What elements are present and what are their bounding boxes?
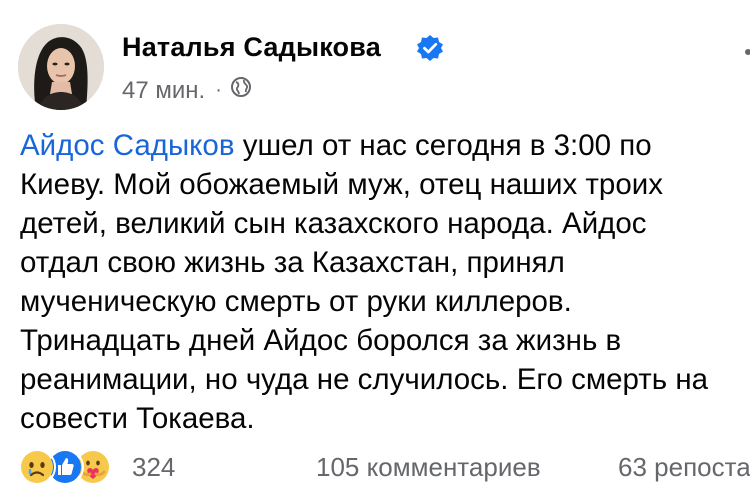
post-line-text: ушел от нас сегодня в 3:00 по — [234, 129, 652, 162]
post-line-4: отдал свою жизнь за Казахстан, принял — [20, 246, 565, 279]
post-line-2: Киеву. Мой обожаемый муж, отец наших тро… — [20, 168, 663, 201]
mention-link[interactable]: Айдос Садыков — [20, 129, 235, 162]
post-line-6: Тринадцать дней Айдос боролся за жизнь в — [20, 324, 622, 357]
reaction-icons[interactable] — [18, 446, 128, 486]
post-line-1: Айдос Садыков ушел от нас сегодня в 3:00… — [20, 126, 750, 165]
post-header: Наталья Садыкова 47 мин. · — [0, 0, 750, 120]
author-name[interactable]: Наталья Садыкова — [122, 32, 381, 63]
sad-icon — [18, 448, 56, 486]
more-options-icon[interactable] — [740, 44, 750, 55]
comments-count[interactable]: 105 комментариев — [316, 452, 541, 483]
post-footer: 324 105 комментариев 63 репоста — [0, 446, 750, 488]
reaction-count[interactable]: 324 — [132, 452, 175, 483]
post-line-5: мученическую смерть от руки киллеров. — [20, 285, 572, 318]
post-line-8: совести Токаева. — [20, 402, 255, 435]
author-avatar[interactable] — [18, 24, 104, 110]
post-line-3: детей, великий сын казахского народа. Ай… — [20, 207, 647, 240]
verified-badge-icon — [416, 34, 444, 62]
globe-icon — [230, 76, 252, 105]
post-body: Айдос Садыков ушел от нас сегодня в 3:00… — [20, 126, 750, 438]
shares-count[interactable]: 63 репоста — [618, 452, 750, 483]
post-line-7: реанимации, но чуда не случилось. Его см… — [20, 363, 709, 396]
post-meta: 47 мин. · — [122, 76, 252, 105]
post-time[interactable]: 47 мин. — [122, 77, 205, 105]
meta-separator: · — [215, 79, 222, 101]
